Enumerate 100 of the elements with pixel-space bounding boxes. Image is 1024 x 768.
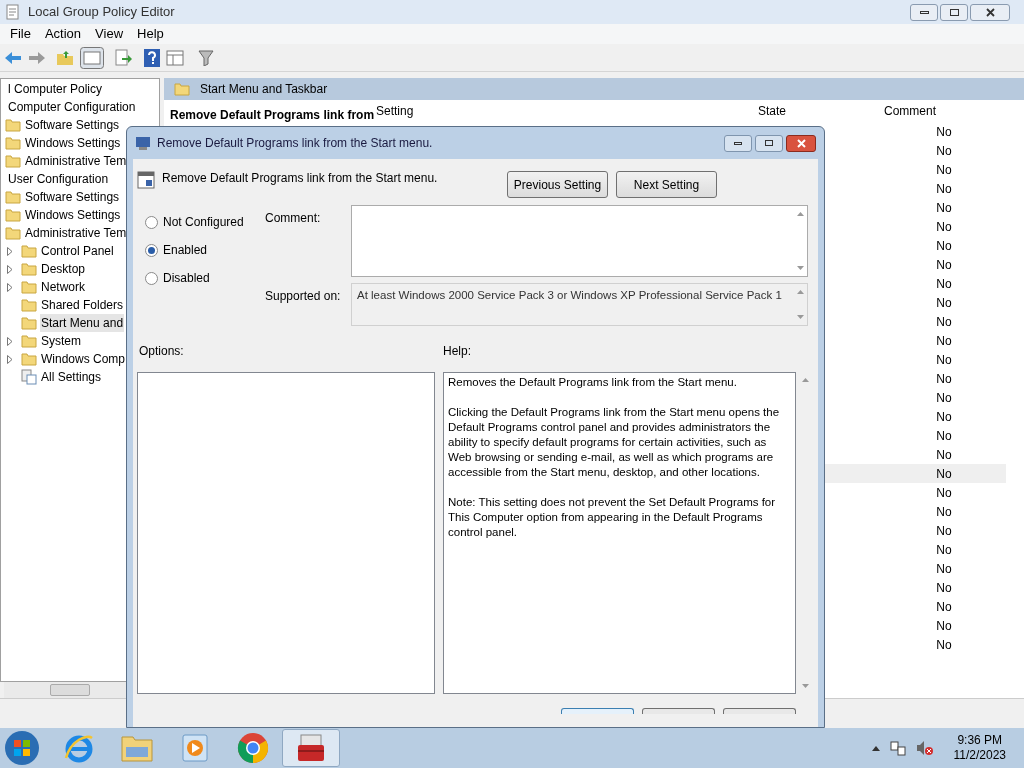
tree-item[interactable]: Windows Settings [24,206,122,224]
scroll-down-icon[interactable] [796,266,804,270]
folder-icon [5,154,21,168]
folder-icon [21,280,37,294]
radio-label[interactable]: Disabled [163,269,210,287]
tree-item[interactable]: Shared Folders [40,296,125,314]
radio-button[interactable] [145,215,158,229]
tree-item[interactable]: Software Settings [24,116,121,134]
table-cell-text: No [935,332,953,350]
table-cell-text: No [935,123,953,141]
close-icon [985,7,995,17]
tree-item[interactable]: Computer Configuration [7,98,137,116]
tree-item[interactable]: Windows Comp [40,350,127,368]
muted-speaker-icon[interactable] [915,740,934,756]
tree-item[interactable]: All Settings [40,368,103,386]
folder-icon [21,244,37,258]
expand-arrow-icon[interactable] [7,246,13,256]
toolbox-icon [295,733,327,763]
table-cell-text: No [935,256,953,274]
console-tree-icon[interactable] [80,46,104,69]
media-player-icon [181,733,209,763]
table-cell-text: No [935,237,953,255]
expand-arrow-icon[interactable] [7,264,13,274]
table-cell-text: No [935,218,953,236]
help-icon[interactable] [144,48,160,67]
minimize-button[interactable] [724,134,752,152]
dialog-button[interactable] [561,708,634,714]
radio-label[interactable]: Not Configured [163,213,244,231]
setting-icon [137,171,155,189]
comment-field[interactable] [351,205,808,277]
menu-item[interactable]: File [4,24,37,44]
scroll-up-icon[interactable] [801,378,809,382]
close-button[interactable] [786,134,816,152]
start-button[interactable] [4,730,40,766]
tree-item[interactable]: Network [40,278,86,296]
folder-icon [21,334,37,348]
previous-setting-button[interactable]: Previous Setting [507,171,608,198]
radio-button[interactable] [145,271,158,285]
scroll-down-icon[interactable] [796,315,804,319]
scroll-up-icon[interactable] [796,212,804,216]
export-list-icon[interactable] [114,48,132,67]
table-cell-text: No [935,579,953,597]
expand-arrow-icon[interactable] [7,354,13,364]
table-cell-text: No [935,275,953,293]
table-cell-text: No [935,636,953,654]
expand-arrow-icon[interactable] [7,336,13,346]
tree-item[interactable]: Software Settings [24,188,121,206]
tree-item[interactable]: l Computer Policy [7,80,104,98]
show-hide-pane-icon[interactable] [166,49,184,66]
dialog-button[interactable] [642,708,715,714]
next-setting-button[interactable]: Next Setting [616,171,717,198]
table-cell-text: No [935,313,953,331]
clock-date[interactable]: 11/2/2023 [953,748,1006,763]
folder-up-icon[interactable] [56,49,74,66]
table-cell-text: No [935,541,953,559]
tree-item[interactable]: Windows Settings [24,134,122,152]
table-cell-text: No [935,560,953,578]
radio-label[interactable]: Enabled [163,241,208,259]
table-cell-text: No [935,199,953,217]
clock-time[interactable]: 9:36 PM [957,733,1003,748]
menu-item[interactable]: Help [131,24,170,44]
dialog-title: Remove Default Programs link from the Start menu. [157,135,433,152]
minimize-button[interactable] [910,3,938,21]
restore-button[interactable] [940,3,968,21]
close-icon [796,138,806,148]
expand-arrow-icon[interactable] [7,282,13,292]
tree-item[interactable]: User Configuration [7,170,110,188]
folder-icon [21,352,37,366]
tree-item[interactable]: System [40,332,82,350]
folder-icon [5,190,21,204]
help-text: Clicking the Default Programs link from the Start menu opens the Default Programs control panel and provides administrators the ability to specify default programs for certain activities, such as Web browsing or sending e-mail, as well as which programs are accessible from the Start menu, desktop, and other locations. [448,405,781,480]
show-hidden-icons-icon[interactable] [871,745,880,751]
tree-item[interactable]: Start Menu and [40,314,125,332]
scroll-down-icon[interactable] [801,684,809,688]
supported-label: Supported on: [265,288,342,305]
taskbar-button[interactable] [282,729,340,767]
tree-item[interactable]: Desktop [40,260,87,278]
back-arrow-icon[interactable] [4,50,22,65]
tree-item[interactable]: Control Panel [40,242,115,260]
tree-item[interactable]: Administrative Tem [24,152,128,170]
folder-icon [5,118,21,132]
column-header[interactable]: Comment [820,102,1000,120]
column-header[interactable]: State [724,102,820,120]
scroll-up-icon[interactable] [796,290,804,294]
table-cell-text: No [935,617,953,635]
network-icon[interactable] [889,740,906,756]
menu-item[interactable]: Action [38,24,88,44]
folder-icon [5,136,21,150]
dialog-button[interactable] [723,708,796,714]
settings-list-icon [21,369,37,385]
help-text: Removes the Default Programs link from the Start menu. [448,375,738,390]
maximize-button[interactable] [755,134,783,152]
forward-arrow-icon[interactable] [28,50,46,65]
folder-icon [21,316,37,330]
close-button[interactable] [970,3,1010,21]
menu-item[interactable]: View [89,24,130,44]
supported-on-value: At least Windows 2000 Service Pack 3 or Windows XP Professional Service Pack 1 [356,288,783,303]
radio-button[interactable] [145,243,158,257]
tree-item[interactable]: Administrative Tem [24,224,128,242]
filter-icon[interactable] [198,49,214,66]
